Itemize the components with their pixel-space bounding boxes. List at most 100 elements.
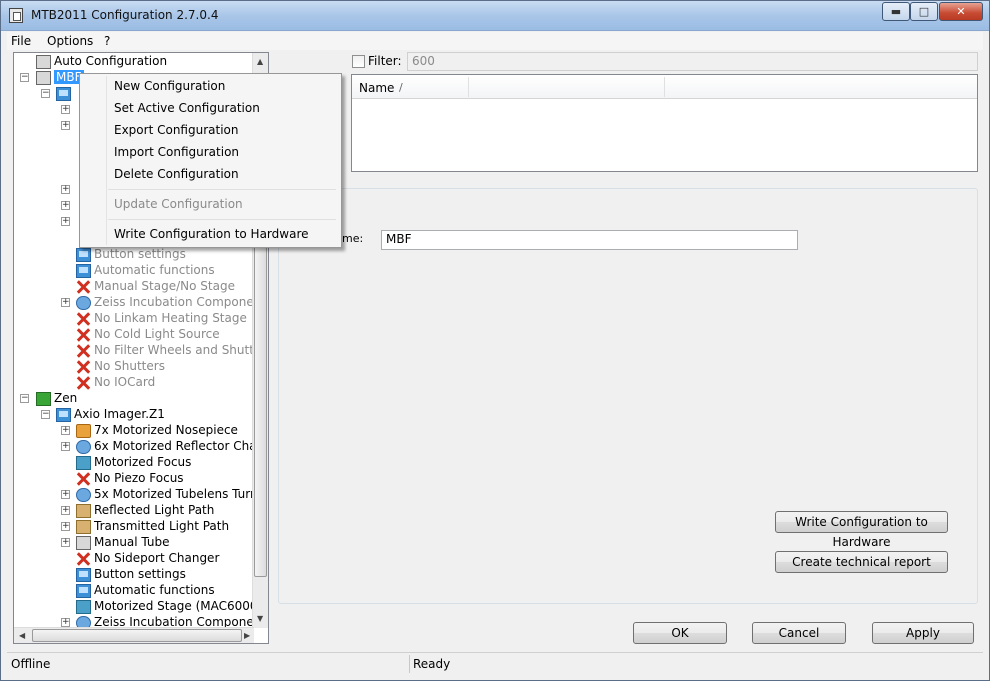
config-icon — [36, 70, 51, 85]
not-available-icon — [76, 328, 91, 342]
tree-item-tube[interactable]: Manual Tube — [76, 534, 170, 550]
tree-item-mbf[interactable]: MBF — [36, 69, 84, 85]
tree-item-filter-wheels[interactable]: No Filter Wheels and Shutters — [76, 342, 268, 358]
menu-item-write-to-hardware[interactable]: Write Configuration to Hardware — [114, 227, 309, 241]
column-divider[interactable] — [468, 77, 469, 97]
tree-item-cold-light[interactable]: No Cold Light Source — [76, 326, 220, 342]
menu-item-set-active-configuration[interactable]: Set Active Configuration — [114, 101, 260, 115]
tree-item-motorized-stage[interactable]: Motorized Stage (MAC6000) — [76, 598, 262, 614]
microscope-icon — [56, 86, 71, 101]
status-bar: Offline Ready — [7, 652, 983, 674]
tree-item-label: Motorized Focus — [94, 455, 192, 469]
menu-options[interactable]: Options — [47, 34, 93, 48]
close-button[interactable]: ✕ — [939, 2, 983, 21]
tree-item-shutters[interactable]: No Shutters — [76, 358, 165, 374]
menu-item-new-configuration[interactable]: New Configuration — [114, 79, 225, 93]
column-header-name[interactable]: Name — [359, 81, 394, 95]
expand-icon[interactable]: + — [61, 490, 70, 499]
tree-item-auto-configuration[interactable]: Auto Configuration — [36, 53, 167, 69]
tree-item-reflector[interactable]: 6x Motorized Reflector Changer — [76, 438, 268, 454]
tree-item-automatic-functions-zen[interactable]: Automatic functions — [76, 582, 215, 598]
tree-item-linkam[interactable]: No Linkam Heating Stage — [76, 310, 247, 326]
tree-item-button-settings-zen[interactable]: Button settings — [76, 566, 186, 582]
tree-item-stage[interactable]: Manual Stage/No Stage — [76, 278, 235, 294]
expand-icon[interactable]: + — [61, 217, 70, 226]
menu-separator — [108, 219, 336, 220]
not-available-icon — [76, 360, 91, 374]
menu-separator — [108, 189, 336, 190]
create-report-button[interactable]: Create technical report — [775, 551, 948, 573]
context-menu: New Configuration Set Active Configurati… — [79, 73, 342, 248]
stage-icon — [76, 599, 91, 614]
menu-item-export-configuration[interactable]: Export Configuration — [114, 123, 238, 137]
apply-button[interactable]: Apply — [872, 622, 974, 644]
filter-checkbox[interactable] — [352, 55, 365, 68]
tree-item-label: 5x Motorized Tubelens Turret — [94, 487, 267, 501]
tree-item-label: Axio Imager.Z1 — [74, 407, 165, 421]
tree-item-automatic-functions[interactable]: Automatic functions — [76, 262, 215, 278]
collapse-icon[interactable]: − — [20, 73, 29, 82]
name-label: me: — [342, 232, 364, 245]
tree-item-piezo[interactable]: No Piezo Focus — [76, 470, 184, 486]
tree-item-label: No Piezo Focus — [94, 471, 184, 485]
name-input[interactable]: MBF — [381, 230, 798, 250]
menu-item-delete-configuration[interactable]: Delete Configuration — [114, 167, 239, 181]
automatic-icon — [76, 583, 91, 598]
status-connection: Offline — [11, 657, 51, 671]
tree-item-label: Automatic functions — [94, 583, 215, 597]
scroll-left-icon[interactable]: ◀ — [19, 631, 25, 640]
cancel-button[interactable]: Cancel — [752, 622, 846, 644]
expand-icon[interactable]: + — [61, 506, 70, 515]
tree-item-transmitted-light[interactable]: Transmitted Light Path — [76, 518, 229, 534]
tree-item-axio-imager[interactable]: Axio Imager.Z1 — [56, 406, 165, 422]
not-available-icon — [76, 472, 91, 486]
scroll-right-icon[interactable]: ▶ — [244, 631, 250, 640]
menu-gutter — [106, 76, 107, 245]
expand-icon[interactable]: + — [61, 121, 70, 130]
scroll-thumb[interactable] — [32, 629, 242, 642]
expand-icon[interactable]: + — [61, 442, 70, 451]
tree-item-zen[interactable]: Zen — [36, 390, 77, 406]
expand-icon[interactable]: + — [61, 426, 70, 435]
expand-icon[interactable]: + — [61, 618, 70, 627]
collapse-icon[interactable]: − — [20, 394, 29, 403]
scroll-up-icon[interactable]: ▲ — [257, 57, 263, 66]
tree-item-nosepiece[interactable]: 7x Motorized Nosepiece — [76, 422, 238, 438]
expand-icon[interactable]: + — [61, 522, 70, 531]
light-path-icon — [76, 519, 91, 534]
tubelens-icon — [76, 487, 91, 502]
filter-input[interactable]: 600 — [407, 52, 978, 71]
tree-item-focus[interactable]: Motorized Focus — [76, 454, 191, 470]
list-header: Name / — [352, 75, 977, 99]
title-bar: MTB2011 Configuration 2.7.0.4 ▬ □ ✕ — [1, 1, 989, 31]
maximize-button[interactable]: □ — [910, 2, 938, 21]
status-divider — [409, 655, 410, 673]
not-available-icon — [76, 312, 91, 326]
ok-button[interactable]: OK — [633, 622, 727, 644]
tree-item-incubation[interactable]: Zeiss Incubation Components — [76, 294, 269, 310]
expand-icon[interactable]: + — [61, 105, 70, 114]
column-divider[interactable] — [664, 77, 665, 97]
minimize-button[interactable]: ▬ — [882, 2, 910, 21]
expand-icon[interactable]: + — [61, 201, 70, 210]
tree-item-tubelens[interactable]: 5x Motorized Tubelens Turret — [76, 486, 267, 502]
collapse-icon[interactable]: − — [41, 89, 50, 98]
tree-item-reflected-light[interactable]: Reflected Light Path — [76, 502, 214, 518]
tree-item-button-settings[interactable]: Button settings — [76, 246, 186, 262]
tree-item-sideport[interactable]: No Sideport Changer — [76, 550, 219, 566]
expand-icon[interactable]: + — [61, 185, 70, 194]
expand-icon[interactable]: + — [61, 538, 70, 547]
tree-item-iocard[interactable]: No IOCard — [76, 374, 155, 390]
menu-file[interactable]: File — [11, 34, 31, 48]
tree-horizontal-scrollbar[interactable]: ◀ ▶ — [14, 627, 254, 643]
tree-item-label: No Cold Light Source — [94, 327, 220, 341]
write-to-hardware-button[interactable]: Write Configuration to Hardware — [775, 511, 948, 549]
expand-icon[interactable]: + — [61, 298, 70, 307]
menu-item-import-configuration[interactable]: Import Configuration — [114, 145, 239, 159]
configuration-list[interactable]: Name / — [351, 74, 978, 172]
collapse-icon[interactable]: − — [41, 410, 50, 419]
tree-item-label: Zeiss Incubation Components — [94, 295, 269, 309]
tree-item-microscope[interactable] — [56, 85, 74, 101]
scroll-down-icon[interactable]: ▼ — [257, 614, 263, 623]
menu-help[interactable]: ? — [104, 34, 110, 48]
